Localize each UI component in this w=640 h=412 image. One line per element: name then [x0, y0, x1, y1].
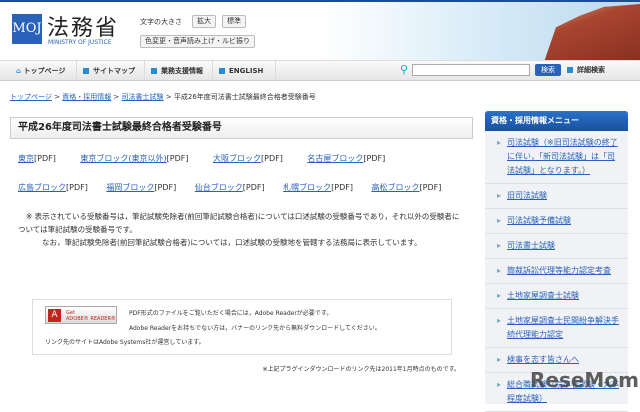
pdf-link-takamatsu[interactable]: 高松ブロック — [372, 183, 420, 192]
breadcrumb-judicial-scrivener[interactable]: 司法書士試験 — [122, 93, 164, 101]
standard-button[interactable]: 標準 — [222, 15, 246, 28]
logo-title[interactable]: 法務省 — [47, 10, 119, 42]
header: MOJ 法務省 MINISTRY OF JUSTICE 文字の大きさ 拡大 標準… — [0, 2, 640, 62]
sidebar-item-summary-court-exam[interactable]: 簡裁訴訟代理等能力認定考査 — [485, 259, 628, 284]
square-icon — [151, 68, 157, 74]
square-icon — [219, 68, 225, 74]
sidebar-item-judicial-exam[interactable]: 司法試験（※旧司法試験の終了に伴い，「新司法試験」は「司法試験」となります。） — [485, 131, 628, 184]
breadcrumb-current: 平成26年度司法書士試験最終合格者受験番号 — [173, 93, 316, 101]
search-button[interactable]: 検索 — [535, 64, 561, 76]
adobe-line-3: リンク先のサイトはAdobe Systems社が運営しています。 — [45, 339, 205, 346]
moj-logo-icon[interactable]: MOJ — [12, 14, 42, 44]
page-title: 平成26年度司法書士試験最終合格者受験番号 — [10, 117, 473, 139]
sidebar-item-old-judicial-exam[interactable]: 旧司法試験 — [485, 184, 628, 209]
accessibility-button[interactable]: 色変更・音声読み上げ・ルビ振り — [140, 35, 255, 48]
advanced-search-link[interactable]: 詳細検索 — [567, 64, 605, 76]
breadcrumb: トップページ > 資格・採用情報 > 司法書士試験 > 平成26年度司法書士試験… — [10, 93, 316, 101]
sidebar-menu: 資格・採用情報メニュー 司法試験（※旧司法試験の終了に伴い，「新司法試験」は「司… — [485, 111, 628, 412]
adobe-reader-box: A Get ADOBE® READER® PDF形式のファイルをご覧いただく場合に… — [32, 299, 452, 355]
nav-sitemap[interactable]: サイトマップ — [77, 61, 145, 81]
resemom-watermark: ReseMom — [530, 368, 639, 392]
nav-english[interactable]: ENGLISH — [213, 61, 276, 81]
badge-name: ADOBE® READER® — [66, 316, 116, 322]
sidebar-item-land-surveyor[interactable]: 土地家屋調査士試験 — [485, 284, 628, 309]
pdf-label: [PDF] — [166, 154, 189, 163]
pdf-label: [PDF] — [34, 154, 56, 163]
pdf-label: [PDF] — [66, 183, 88, 192]
logo-subtitle: MINISTRY OF JUSTICE — [48, 39, 112, 46]
sidebar-item-land-surveyor-adr[interactable]: 土地家屋調査士民間紛争解決手続代理能力認定 — [485, 309, 628, 348]
pdf-link-fukuoka[interactable]: 福岡ブロック — [106, 183, 154, 192]
nav-label: トップページ — [23, 67, 66, 75]
pdf-links-row-1: 東京[PDF] 東京ブロック(東京以外)[PDF] 大阪ブロック[PDF] 名古… — [18, 153, 401, 164]
nav-business-support[interactable]: 業務支援情報 — [145, 61, 213, 81]
get-adobe-reader-button[interactable]: A Get ADOBE® READER® — [45, 306, 117, 324]
breadcrumb-qualifications[interactable]: 資格・採用情報 — [62, 93, 111, 101]
pdf-link-sapporo[interactable]: 札幌ブロック — [283, 183, 331, 192]
pdf-link-tokyo-block[interactable]: 東京ブロック(東京以外) — [80, 154, 166, 163]
nav-label: サイトマップ — [93, 67, 135, 75]
search-input[interactable] — [412, 64, 530, 76]
advanced-search-label: 詳細検索 — [577, 66, 605, 74]
adobe-line-2: Adobe Readerをお持ちでない方は，バナーのリンク先から無料ダウンロード… — [129, 325, 381, 332]
pdf-label: [PDF] — [419, 183, 442, 192]
pdf-label: [PDF] — [331, 183, 353, 192]
nav-label: 業務支援情報 — [161, 67, 203, 75]
pdf-label: [PDF] — [242, 183, 265, 192]
breadcrumb-top[interactable]: トップページ — [10, 93, 52, 101]
pdf-link-hiroshima[interactable]: 広島ブロック — [18, 183, 66, 192]
search-pin-icon: ⚲ — [400, 63, 409, 76]
pdf-link-tokyo[interactable]: 東京 — [18, 154, 34, 163]
nav-top-page[interactable]: ⌂ トップページ — [10, 61, 77, 81]
pdf-link-nagoya[interactable]: 名古屋ブロック — [307, 154, 363, 163]
font-size-label: 文字の大きさ — [140, 18, 182, 26]
sidebar-title: 資格・採用情報メニュー — [485, 111, 628, 131]
note-paragraph-1: ※ 表示されている受験番号は，筆記試験免除者(前回筆記試験合格者)については口述… — [18, 212, 460, 234]
note-paragraph-2: なお，筆記試験免除者(前回筆記試験合格者)については，口述試験の受験地を管轄する… — [42, 238, 422, 247]
pdf-label: [PDF] — [261, 154, 283, 163]
footnote: ※上記プラグインダウンロードのリンク先は2011年1月時点のものです。 — [262, 366, 460, 373]
pdf-label: [PDF] — [363, 154, 386, 163]
adobe-pdf-icon: A — [48, 309, 61, 322]
square-icon — [567, 67, 573, 73]
enlarge-button[interactable]: 拡大 — [192, 15, 216, 28]
adobe-line-1: PDF形式のファイルをご覧いただく場合には，Adobe Readerが必要です。 — [129, 310, 333, 317]
sidebar-item-preliminary-exam[interactable]: 司法試験予備試験 — [485, 209, 628, 234]
pdf-label: [PDF] — [154, 183, 177, 192]
pdf-link-sendai[interactable]: 仙台ブロック — [195, 183, 243, 192]
sidebar-item-judicial-scrivener[interactable]: 司法書士試験 — [485, 234, 628, 259]
square-icon — [83, 68, 89, 74]
home-icon: ⌂ — [16, 67, 22, 75]
note: ※ 表示されている受験番号は，筆記試験免除者(前回筆記試験合格者)については口述… — [18, 210, 463, 249]
pdf-links-row-2: 広島ブロック[PDF] 福岡ブロック[PDF] 仙台ブロック[PDF] 札幌ブロ… — [18, 182, 441, 193]
pdf-link-osaka[interactable]: 大阪ブロック — [213, 154, 261, 163]
nav-label: ENGLISH — [229, 67, 264, 75]
building-image — [544, 4, 640, 62]
main-content: 平成26年度司法書士試験最終合格者受験番号 東京[PDF] 東京ブロック(東京以… — [10, 113, 473, 273]
